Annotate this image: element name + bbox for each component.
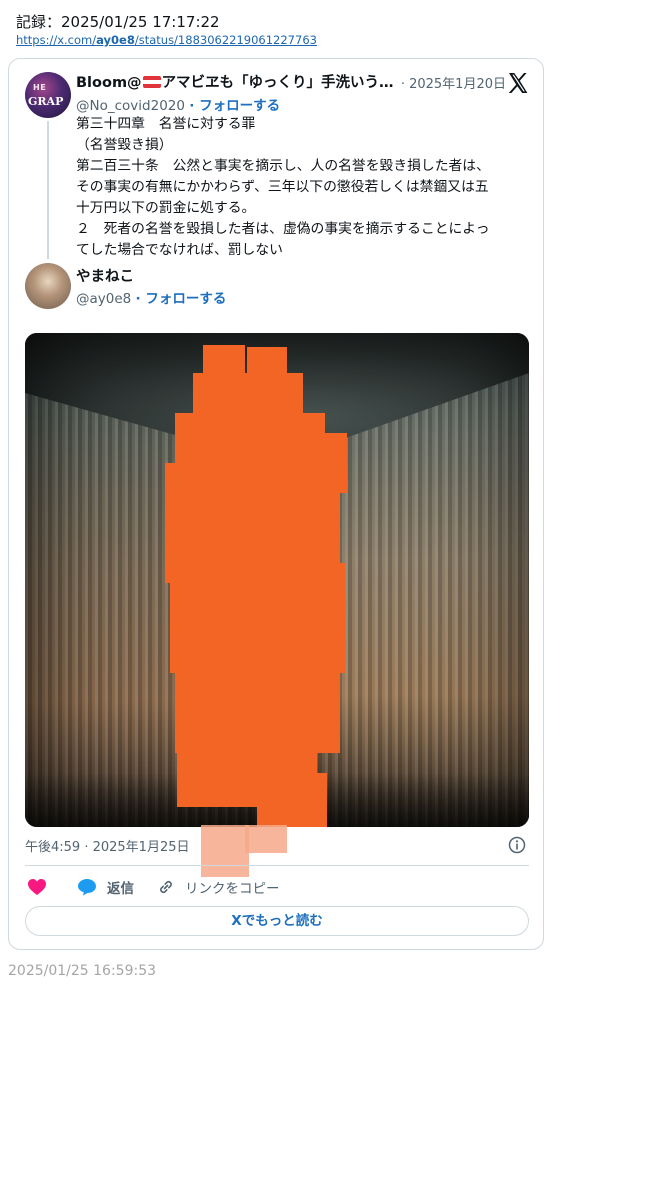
reply-label: 返信 [107,881,134,897]
redaction-tail [245,825,287,853]
thread-line [47,121,49,259]
copy-link-button[interactable]: リンクをコピー [157,877,280,897]
url-prefix: https://x.com/ [16,33,97,47]
redaction-block [325,433,347,493]
quoted-handle[interactable]: @No_covid2020 [76,98,185,114]
quoted-handle-row: @No_covid2020 · フォローする [76,94,280,114]
reply-avatar[interactable] [25,263,71,309]
reply-timestamp[interactable]: 午後4:59 · 2025年1月25日 [25,836,190,855]
redaction-block [175,663,340,753]
quoted-tweet-text: 第三十四章 名誉に対する罪 （名誉毀き損） 第二百三十条 公然と事実を摘示し、人… [76,114,526,261]
tweet-embed-card: HE GRAP Bloom@ アマビヱも「ゆっくり」手洗いう… · 2025年1月… [8,58,544,950]
record-url[interactable]: https://x.com/ay0e8/status/1883062219061… [16,33,317,47]
url-suffix: /status/1883062219061227763 [134,33,317,47]
redaction-block [257,773,327,827]
text-line: （名誉毀き損） [76,137,173,153]
text-line: 第三十四章 名誉に対する罪 [76,116,256,132]
quoted-display-name[interactable]: Bloom@ アマビヱも「ゆっくり」手洗いう… [76,75,394,91]
reply-button[interactable]: 返信 [77,877,134,897]
copy-link-label: リンクをコピー [185,881,280,897]
quoted-avatar[interactable]: HE GRAP [25,72,71,118]
quoted-date[interactable]: · 2025年1月20日 [401,73,506,92]
text-line: 第二百三十条 公然と事実を摘示し、人の名誉を毀き損した者は、 [76,158,490,174]
read-more-on-x-button[interactable]: Xでもっと読む [25,906,529,936]
like-button[interactable] [27,877,47,897]
text-line: その事実の有無にかかわらず、三年以下の懲役若しくは禁錮又は五 [76,179,489,195]
avatar-text-top: HE [33,83,47,92]
avatar-text-bottom: GRAP [28,95,64,108]
name-rest: アマビヱも「ゆっくり」手洗いう… [161,75,394,91]
flag-icon [142,76,161,88]
record-title: 記録：2025/01/25 17:17:22 [16,13,220,31]
x-logo-icon[interactable] [506,71,530,95]
quoted-header: Bloom@ アマビヱも「ゆっくり」手洗いう… · 2025年1月20日 [76,71,506,93]
reply-bubble-icon [78,879,96,896]
redaction-tail [201,825,249,877]
link-icon [160,880,172,894]
quoted-follow-button[interactable]: · フォローする [189,98,280,114]
heart-icon [28,879,46,895]
url-user: ay0e8 [96,33,135,47]
capture-timestamp: 2025/01/25 16:59:53 [8,963,157,979]
info-icon[interactable] [508,836,526,854]
reply-display-name[interactable]: やまねこ [76,265,134,286]
text-line: てした場合でなければ、罰しない [76,242,283,258]
reply-handle[interactable]: @ay0e8 [76,291,131,307]
reply-follow-button[interactable]: · フォローする [136,291,227,307]
name-start: Bloom@ [76,75,142,91]
attached-photo[interactable] [25,333,529,827]
redaction-block [170,563,345,673]
divider [25,865,529,866]
reply-handle-row: @ay0e8 · フォローする [76,287,226,307]
text-line: ２ 死者の名誉を毀損した者は、虚偽の事実を摘示することによっ [76,221,490,237]
text-line: 十万円以下の罰金に処する。 [76,200,256,216]
